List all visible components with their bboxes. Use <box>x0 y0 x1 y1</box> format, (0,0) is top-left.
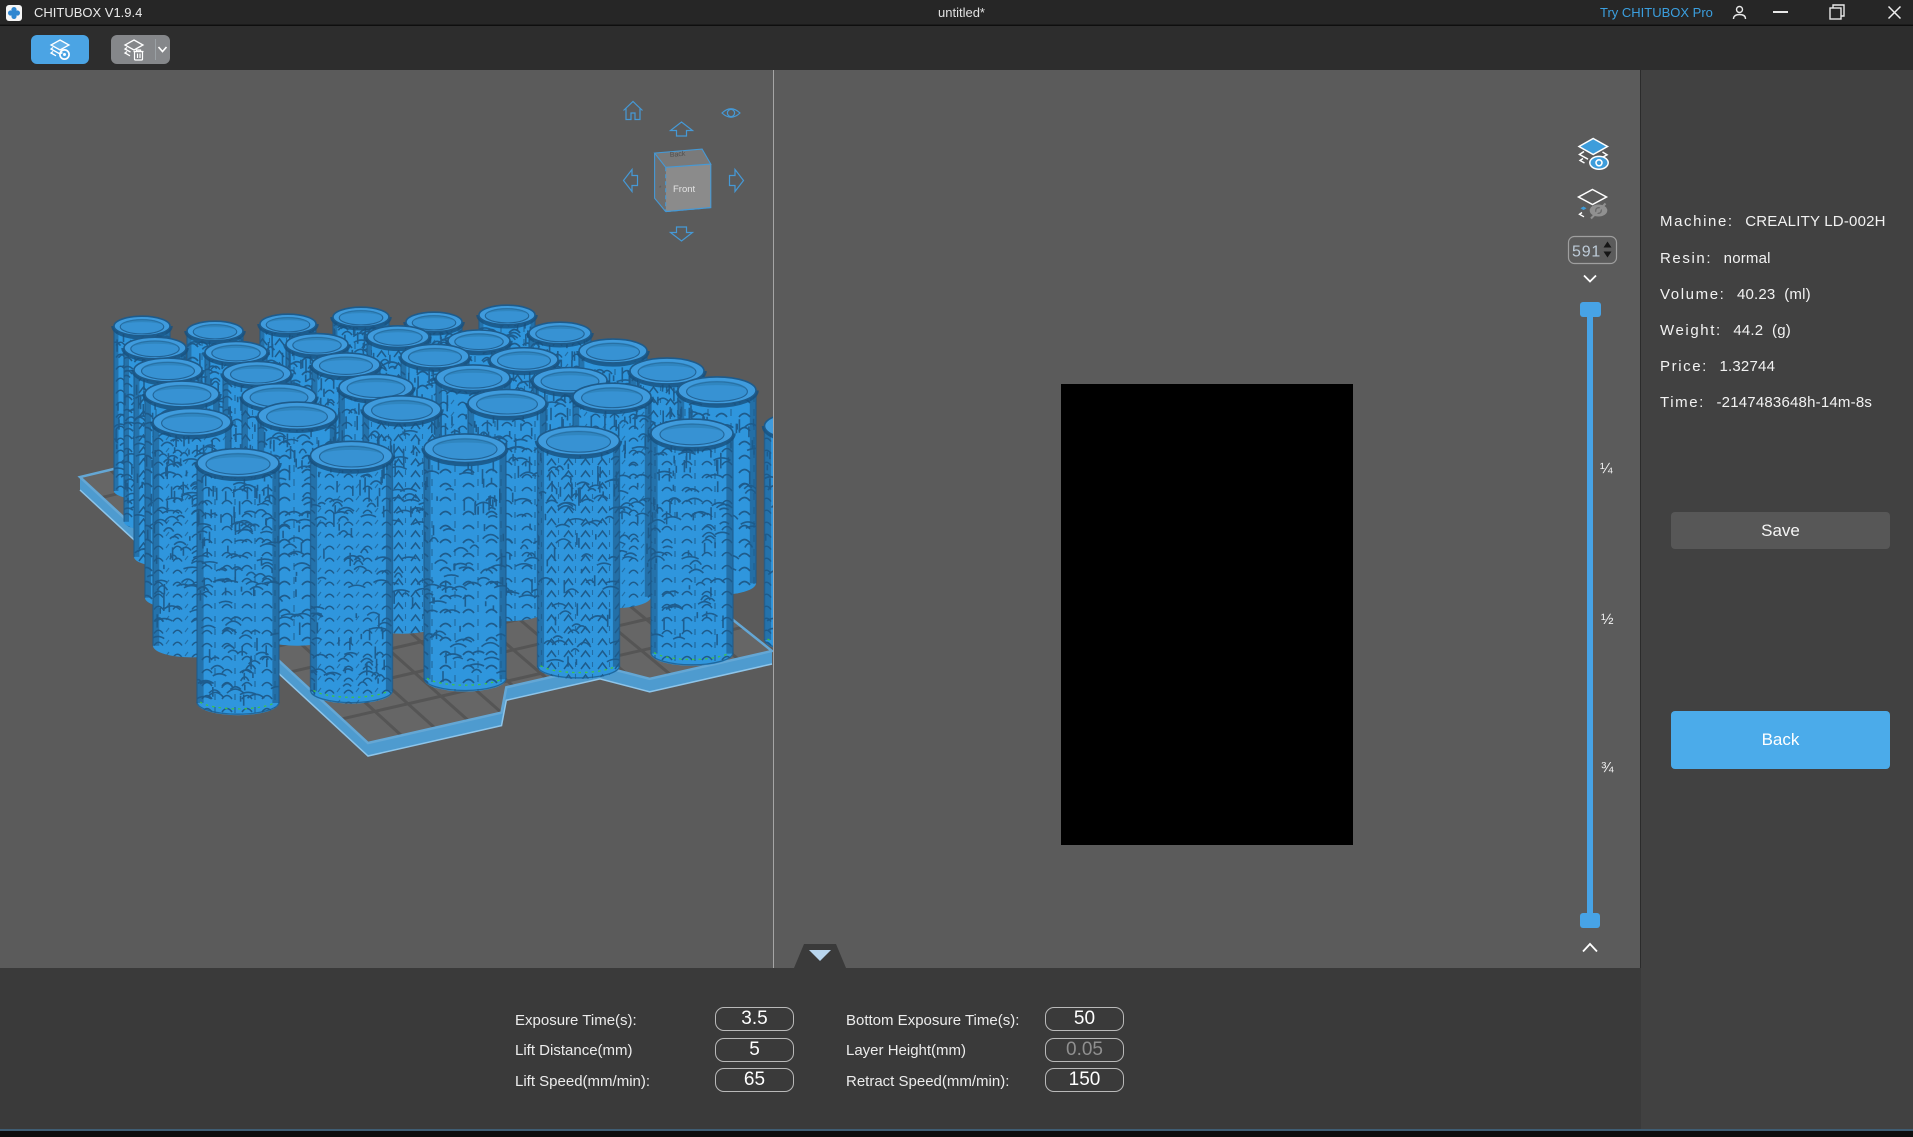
svg-text:½: ½ <box>1601 611 1614 628</box>
svg-text:591: 591 <box>1572 244 1601 261</box>
svg-text:Front: Front <box>673 184 696 195</box>
svg-text:¾: ¾ <box>1601 759 1614 776</box>
svg-text:Back: Back <box>670 151 687 159</box>
svg-text:¼: ¼ <box>1600 460 1613 477</box>
